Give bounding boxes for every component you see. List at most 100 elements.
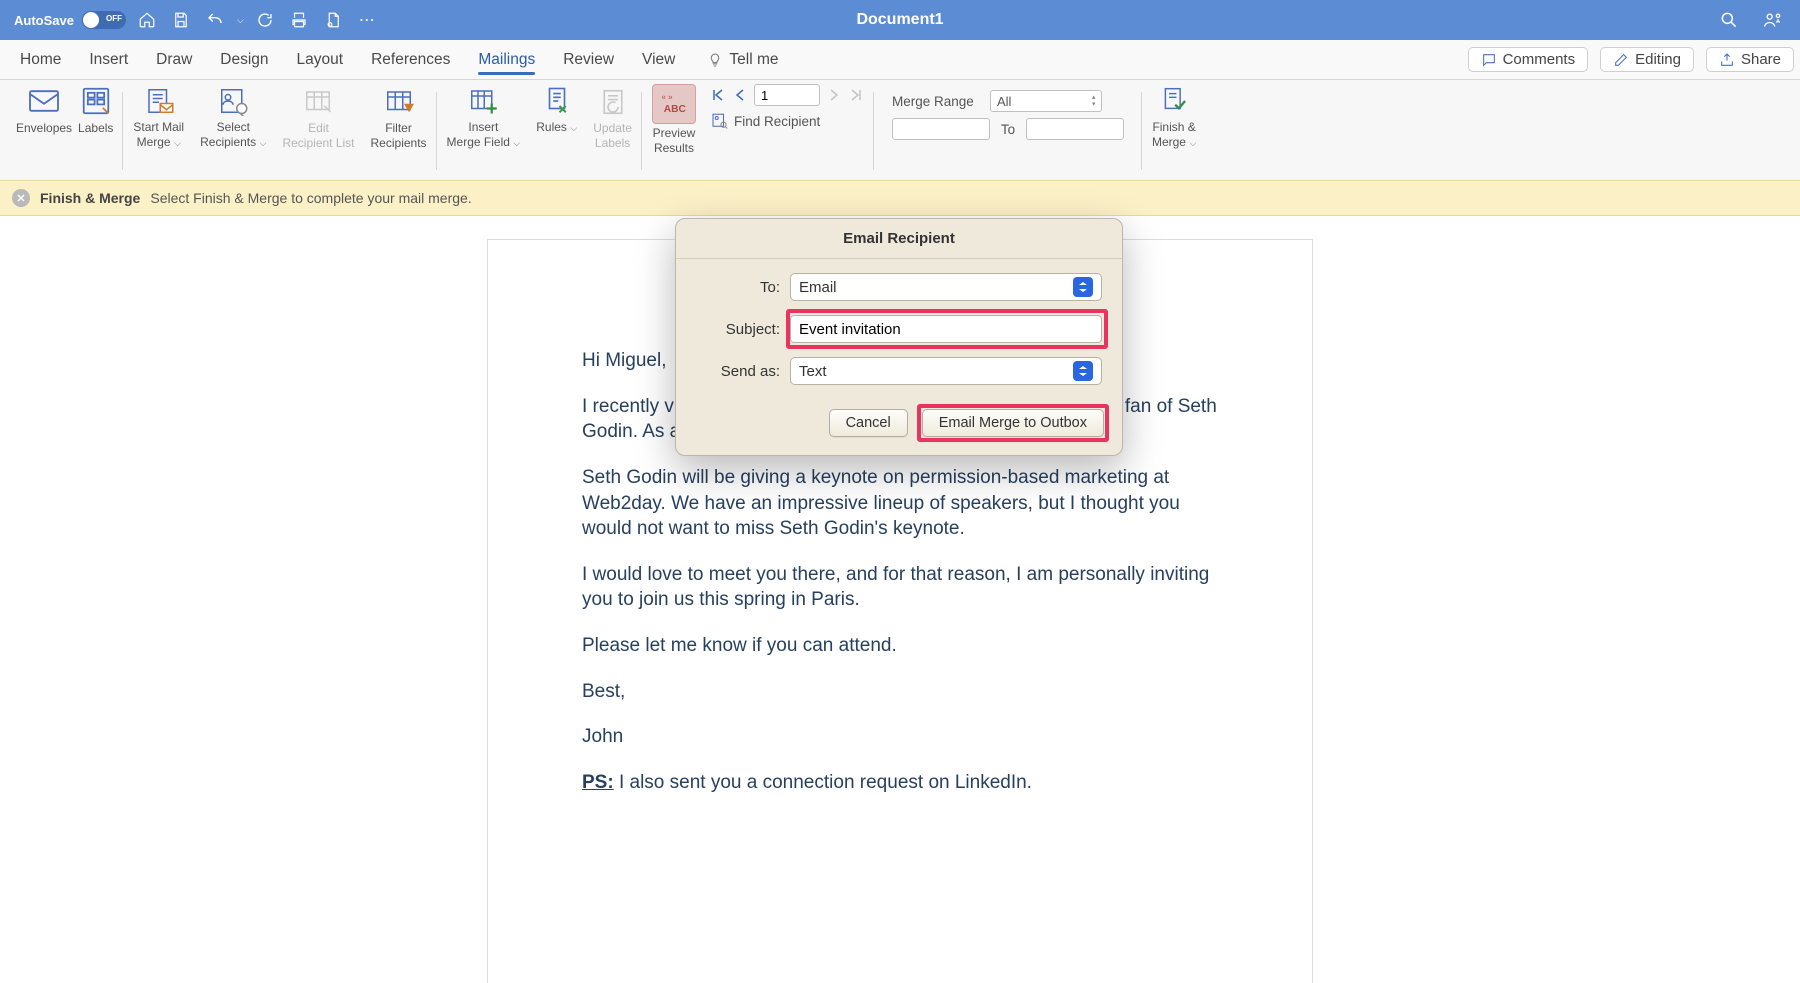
tab-bar: Home Insert Draw Design Layout Reference… [0, 40, 1800, 80]
doc-paragraph: Please let me know if you can attend. [582, 633, 1218, 659]
share-label: Share [1741, 51, 1781, 68]
search-icon[interactable] [1716, 7, 1742, 33]
doc-ps: PS: I also sent you a connection request… [582, 770, 1218, 796]
merge-to-input[interactable] [1026, 118, 1124, 140]
merge-range-label: Merge Range [892, 94, 982, 109]
dialog-to-select[interactable]: Email [790, 273, 1102, 301]
tab-review[interactable]: Review [549, 40, 628, 80]
title-bar: AutoSave OFF ⌵ ⋯ Document1 [0, 0, 1800, 40]
close-info-icon[interactable]: ✕ [12, 189, 30, 207]
more-icon[interactable]: ⋯ [354, 7, 380, 33]
tab-home[interactable]: Home [6, 40, 75, 80]
chevron-down-icon: ⌵ [568, 123, 577, 133]
chevron-down-icon: ⌵ [511, 138, 520, 148]
undo-dropdown-icon[interactable]: ⌵ [237, 15, 244, 26]
envelopes-button[interactable]: Envelopes [16, 84, 72, 134]
tell-me[interactable]: Tell me [707, 51, 778, 69]
filter-recipients-button[interactable]: Filter Recipients [371, 85, 427, 149]
comments-button[interactable]: Comments [1468, 47, 1589, 72]
merge-range-value: All [997, 94, 1011, 109]
labels-icon [79, 84, 113, 118]
update-labels-icon [596, 85, 630, 119]
tab-mailings[interactable]: Mailings [464, 40, 549, 80]
tab-draw[interactable]: Draw [142, 40, 206, 80]
editing-label: Editing [1635, 51, 1681, 68]
next-record-icon[interactable] [826, 87, 842, 103]
envelope-icon [27, 84, 61, 118]
find-recipient-button[interactable]: Find Recipient [710, 112, 820, 130]
ps-text: I also sent you a connection request on … [614, 772, 1032, 793]
spinner-up-icon[interactable]: ▴ [1092, 94, 1096, 101]
email-recipient-dialog: Email Recipient To: Email Subject: Send … [675, 218, 1123, 456]
insert-merge-field-button[interactable]: Insert Merge Field ⌵ [447, 84, 521, 149]
dialog-sendas-label: Send as: [696, 363, 780, 380]
dialog-subject-input[interactable] [790, 315, 1102, 343]
merge-range-select[interactable]: All [990, 90, 1102, 112]
preview-abc-icon: « »ABC [652, 84, 696, 124]
tab-layout[interactable]: Layout [283, 40, 358, 80]
ribbon-mailings: Envelopes Labels Start Mail Merge ⌵ Sele… [0, 80, 1800, 180]
first-record-icon[interactable] [710, 87, 726, 103]
lightbulb-icon [707, 52, 723, 68]
update-labels-button: Update Labels [593, 85, 632, 149]
document-title: Document1 [856, 11, 943, 29]
tell-me-label: Tell me [729, 51, 778, 69]
labels-button[interactable]: Labels [78, 84, 113, 134]
edit-list-icon [301, 85, 335, 119]
merge-field-icon [466, 84, 500, 118]
prev-record-icon[interactable] [732, 87, 748, 103]
tab-references[interactable]: References [357, 40, 464, 80]
find-recipient-label: Find Recipient [734, 114, 820, 129]
dialog-confirm-button[interactable]: Email Merge to Outbox [922, 409, 1104, 437]
record-number-input[interactable] [754, 84, 820, 106]
tab-insert[interactable]: Insert [75, 40, 142, 80]
select-arrow-icon [1073, 361, 1093, 381]
editing-button[interactable]: Editing [1600, 47, 1694, 72]
start-mail-merge-button[interactable]: Start Mail Merge ⌵ [133, 84, 184, 149]
select-arrow-icon [1073, 277, 1093, 297]
finish-merge-button[interactable]: Finish & Merge ⌵ [1152, 84, 1196, 149]
rules-button[interactable]: Rules ⌵ [536, 84, 577, 149]
home-icon[interactable] [134, 7, 160, 33]
find-icon [710, 112, 728, 130]
select-recipients-button[interactable]: Select Recipients ⌵ [200, 84, 266, 149]
info-bar-text: Select Finish & Merge to complete your m… [150, 190, 471, 206]
dialog-cancel-button[interactable]: Cancel [829, 409, 908, 437]
undo-icon[interactable] [202, 7, 228, 33]
dialog-to-label: To: [696, 279, 780, 296]
share-button[interactable]: Share [1706, 47, 1794, 72]
chevron-down-icon: ⌵ [172, 138, 181, 148]
save-icon[interactable] [168, 7, 194, 33]
preview-results-button[interactable]: « »ABC Preview Results [652, 84, 696, 154]
autosave-label: AutoSave [14, 13, 74, 28]
spinner-down-icon[interactable]: ▾ [1092, 101, 1096, 108]
rules-icon [540, 84, 574, 118]
last-record-icon[interactable] [848, 87, 864, 103]
dialog-sendas-select[interactable]: Text [790, 357, 1102, 385]
refresh-icon[interactable] [252, 7, 278, 33]
mail-merge-icon [142, 84, 176, 118]
info-bar: ✕ Finish & Merge Select Finish & Merge t… [0, 180, 1800, 216]
recipients-icon [216, 84, 250, 118]
svg-text:ABC: ABC [664, 104, 687, 115]
dialog-subject-label: Subject: [696, 321, 780, 338]
print-icon[interactable] [286, 7, 312, 33]
info-bar-title: Finish & Merge [40, 190, 140, 206]
tab-view[interactable]: View [628, 40, 689, 80]
share-people-icon[interactable] [1760, 7, 1786, 33]
finish-merge-icon [1157, 84, 1191, 118]
pencil-icon [1613, 52, 1629, 68]
autosave-toggle[interactable]: OFF [82, 11, 126, 29]
filter-icon [382, 85, 416, 119]
to-label: To [998, 122, 1018, 137]
titlebar-left-cluster: AutoSave OFF ⌵ ⋯ [14, 7, 380, 33]
doc-name: John [582, 724, 1218, 750]
template-icon[interactable] [320, 7, 346, 33]
dialog-sendas-value: Text [799, 363, 827, 380]
comment-icon [1481, 52, 1497, 68]
doc-signoff: Best, [582, 679, 1218, 705]
dialog-to-value: Email [799, 279, 837, 296]
doc-paragraph: Seth Godin will be giving a keynote on p… [582, 465, 1218, 542]
tab-design[interactable]: Design [206, 40, 282, 80]
merge-from-input[interactable] [892, 118, 990, 140]
